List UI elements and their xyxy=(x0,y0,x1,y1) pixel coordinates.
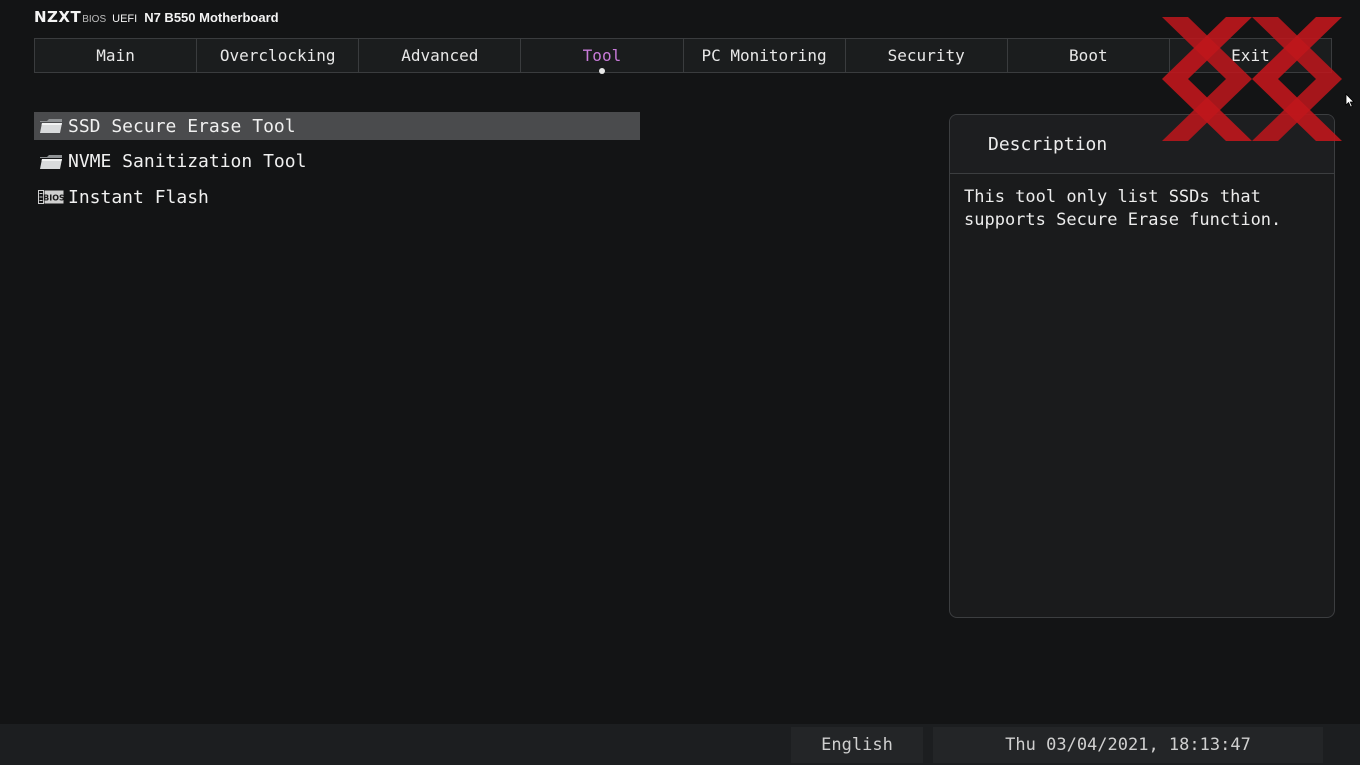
menu-item-label: Instant Flash xyxy=(68,186,209,208)
menu-item-label: NVME Sanitization Tool xyxy=(68,151,307,172)
tab-label: Boot xyxy=(1069,46,1108,65)
tab-label: Security xyxy=(887,46,965,65)
description-text: This tool only list SSDs that supports S… xyxy=(964,187,1282,230)
tab-pc-monitoring[interactable]: PC Monitoring xyxy=(683,39,846,72)
description-panel: Description This tool only list SSDs tha… xyxy=(949,114,1335,618)
tab-exit[interactable]: Exit xyxy=(1169,39,1331,72)
tab-label: Main xyxy=(96,46,135,65)
uefi-label: UEFI xyxy=(112,13,138,25)
tab-label: Overclocking xyxy=(219,46,336,65)
tab-label: Exit xyxy=(1231,46,1270,65)
menu-item-nvme-sanitization-tool[interactable]: NVME Sanitization Tool xyxy=(34,148,640,176)
bios-label: BIOS xyxy=(82,14,107,25)
tab-label: Advanced xyxy=(401,46,479,65)
mouse-cursor-icon xyxy=(1345,93,1355,108)
language-selector[interactable]: English xyxy=(791,727,923,763)
tab-advanced[interactable]: Advanced xyxy=(359,39,522,72)
active-tab-indicator xyxy=(598,68,605,74)
menu-item-ssd-secure-erase-tool[interactable]: SSD Secure Erase Tool xyxy=(34,112,640,140)
status-footer: English Thu 03/04/2021, 18:13:47 xyxy=(0,724,1360,765)
tab-label: Tool xyxy=(582,46,622,65)
description-title: Description xyxy=(950,115,1334,174)
folder-icon xyxy=(38,117,64,135)
bios-chip-icon: BIOS xyxy=(38,188,64,206)
brand-header: NZXT BIOS UEFI N7 B550 Motherboard xyxy=(34,8,279,28)
folder-icon xyxy=(38,153,64,171)
nzxt-logo: NZXT xyxy=(34,8,82,26)
tab-label: PC Monitoring xyxy=(701,46,827,65)
tab-boot[interactable]: Boot xyxy=(1007,39,1170,72)
tool-menu-list: SSD Secure Erase Tool NVME Sanitization … xyxy=(34,112,640,219)
tab-security[interactable]: Security xyxy=(845,39,1008,72)
tab-tool[interactable]: Tool xyxy=(521,39,684,74)
motherboard-name: N7 B550 Motherboard xyxy=(144,10,279,25)
tab-overclocking[interactable]: Overclocking xyxy=(197,39,360,72)
tab-bar: Main Overclocking Advanced Tool PC Monit… xyxy=(34,38,1332,74)
menu-item-instant-flash[interactable]: BIOS Instant Flash xyxy=(34,183,640,211)
bios-chip-icon-text: BIOS xyxy=(43,194,64,203)
system-datetime[interactable]: Thu 03/04/2021, 18:13:47 xyxy=(933,727,1323,763)
tab-main[interactable]: Main xyxy=(35,39,198,72)
menu-item-label: SSD Secure Erase Tool xyxy=(68,115,296,137)
